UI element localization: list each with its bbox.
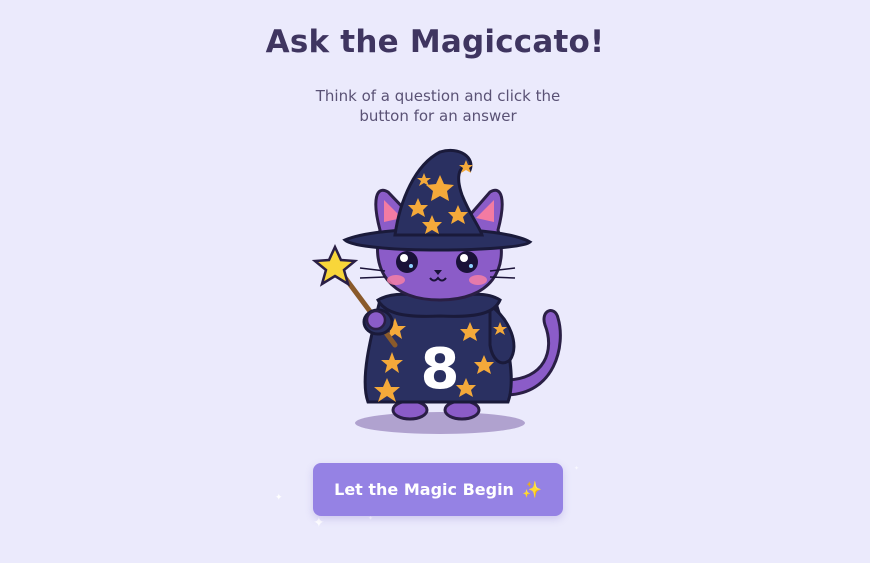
shadow-ellipse [355,412,525,434]
cat-cheek-left [387,275,405,285]
wizard-cat-icon: 8 [311,149,562,434]
cat-paw-left [365,309,387,331]
cat-foot-right [443,399,481,421]
cat-cheek-right [469,275,487,285]
cat-sleeve-right [488,301,516,365]
cat-eye-left [396,251,418,273]
sparkle-icon: ✦ [574,465,580,472]
cat-foot-left [391,399,429,421]
sparkle-icon: ✦ [275,493,283,503]
sparkle-icon: ✦ [368,515,374,522]
cat-eye-right [456,251,478,273]
sparkle-icon: ✦ [313,515,325,531]
page-subtitle: Think of a question and click the button… [315,87,561,125]
page: Ask the Magiccato! Think of a question a… [0,0,870,563]
page-title: Ask the Magiccato! [265,24,605,60]
sparkles-emoji-icon: ✨ [521,480,542,499]
magic-begin-button[interactable]: Let the Magic Begin ✨ [313,463,563,516]
magic-answer-number: 8 [421,337,460,402]
wand-star-icon [311,244,359,287]
magic-begin-label: Let the Magic Begin [334,480,514,499]
